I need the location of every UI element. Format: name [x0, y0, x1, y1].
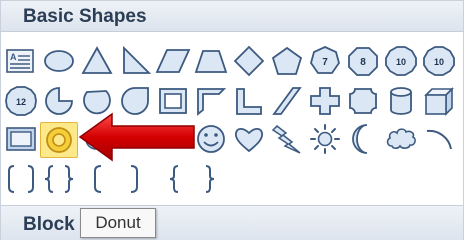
shape-cube[interactable] [421, 84, 457, 118]
shape-isosceles-triangle[interactable] [79, 44, 115, 78]
heptagon-label: 7 [322, 57, 328, 68]
diagonal-stripe-icon [272, 87, 302, 115]
shape-right-bracket[interactable] [117, 162, 153, 196]
arc-icon [426, 129, 452, 150]
svg-text:A: A [10, 52, 17, 62]
decagon-icon: 10 [385, 46, 417, 76]
shape-diagonal-stripe[interactable] [269, 84, 305, 118]
l-shape-icon [236, 88, 262, 115]
shape-dodecagon[interactable]: 12 [3, 84, 39, 118]
octagon-icon: 8 [348, 47, 378, 76]
right-brace-icon [205, 165, 215, 193]
smiley-face-icon [197, 125, 225, 153]
cloud-icon [386, 128, 416, 150]
shape-left-bracket[interactable] [79, 162, 115, 196]
right-bracket-icon [130, 165, 138, 193]
basic-shapes-grid: A 7 8 10 10 12 [0, 0, 464, 240]
shape-l-shape[interactable] [231, 84, 267, 118]
dodecagon-label: 12 [16, 97, 26, 107]
shape-arc[interactable] [421, 122, 457, 156]
shape-half-frame[interactable] [193, 84, 229, 118]
left-bracket-icon [94, 165, 102, 193]
left-brace-icon [169, 165, 179, 193]
decagon-label-2: 10 [434, 57, 444, 67]
right-triangle-icon [123, 45, 152, 74]
double-brace-icon [44, 165, 74, 193]
shape-smiley-face[interactable] [193, 122, 229, 156]
cross-icon [310, 87, 340, 115]
heptagon-icon: 7 [310, 46, 340, 74]
shape-oval[interactable] [41, 44, 77, 78]
shape-heptagon[interactable]: 7 [307, 44, 343, 78]
shape-double-bracket[interactable] [3, 162, 39, 196]
isosceles-triangle-icon [81, 46, 113, 74]
shape-pie[interactable] [41, 84, 77, 118]
oval-icon [44, 50, 74, 72]
shape-left-brace[interactable] [155, 162, 191, 196]
shape-lightning-bolt[interactable] [269, 122, 305, 156]
plaque-icon [349, 88, 377, 114]
shape-cloud[interactable] [383, 122, 419, 156]
decagon-icon: 10 [423, 46, 455, 76]
pentagon-icon [271, 46, 303, 75]
moon-icon [352, 124, 368, 154]
shape-heart[interactable] [231, 122, 267, 156]
shape-bevel[interactable] [3, 122, 39, 156]
text-box-icon: A [6, 49, 34, 73]
cube-icon [424, 87, 454, 116]
shape-decagon-2[interactable]: 10 [421, 44, 457, 78]
shape-pentagon[interactable] [269, 44, 305, 78]
donut-icon [46, 127, 72, 153]
heart-icon [234, 127, 264, 153]
dodecagon-icon: 12 [5, 86, 37, 116]
decagon-label: 10 [396, 57, 406, 67]
parallelogram-icon [155, 49, 191, 73]
octagon-label: 8 [360, 57, 366, 68]
diamond-icon [233, 45, 265, 77]
shape-trapezoid[interactable] [193, 44, 229, 78]
shape-decagon[interactable]: 10 [383, 44, 419, 78]
shape-donut[interactable] [40, 122, 78, 158]
sun-icon [310, 124, 340, 154]
shape-sun[interactable] [307, 122, 343, 156]
red-arrow-icon [78, 112, 195, 162]
shape-moon[interactable] [345, 122, 381, 156]
block-arrows-title: Block [23, 214, 75, 235]
shape-right-triangle[interactable] [117, 44, 153, 78]
shape-plaque[interactable] [345, 84, 381, 118]
half-frame-icon [197, 88, 227, 116]
pie-icon [45, 87, 73, 115]
can-icon [390, 87, 412, 115]
donut-tooltip: Donut [80, 208, 156, 238]
block-arrows-header: Block [1, 205, 463, 240]
double-bracket-icon [8, 165, 34, 193]
bevel-icon [6, 127, 36, 151]
shape-double-brace[interactable] [41, 162, 77, 196]
shape-text-box[interactable]: A [3, 44, 39, 78]
shape-right-brace[interactable] [193, 162, 229, 196]
shape-can[interactable] [383, 84, 419, 118]
shape-parallelogram[interactable] [155, 44, 191, 78]
shape-diamond[interactable] [231, 44, 267, 78]
lightning-bolt-icon [271, 125, 301, 154]
shape-cross[interactable] [307, 84, 343, 118]
shape-octagon[interactable]: 8 [345, 44, 381, 78]
trapezoid-icon [194, 50, 228, 73]
